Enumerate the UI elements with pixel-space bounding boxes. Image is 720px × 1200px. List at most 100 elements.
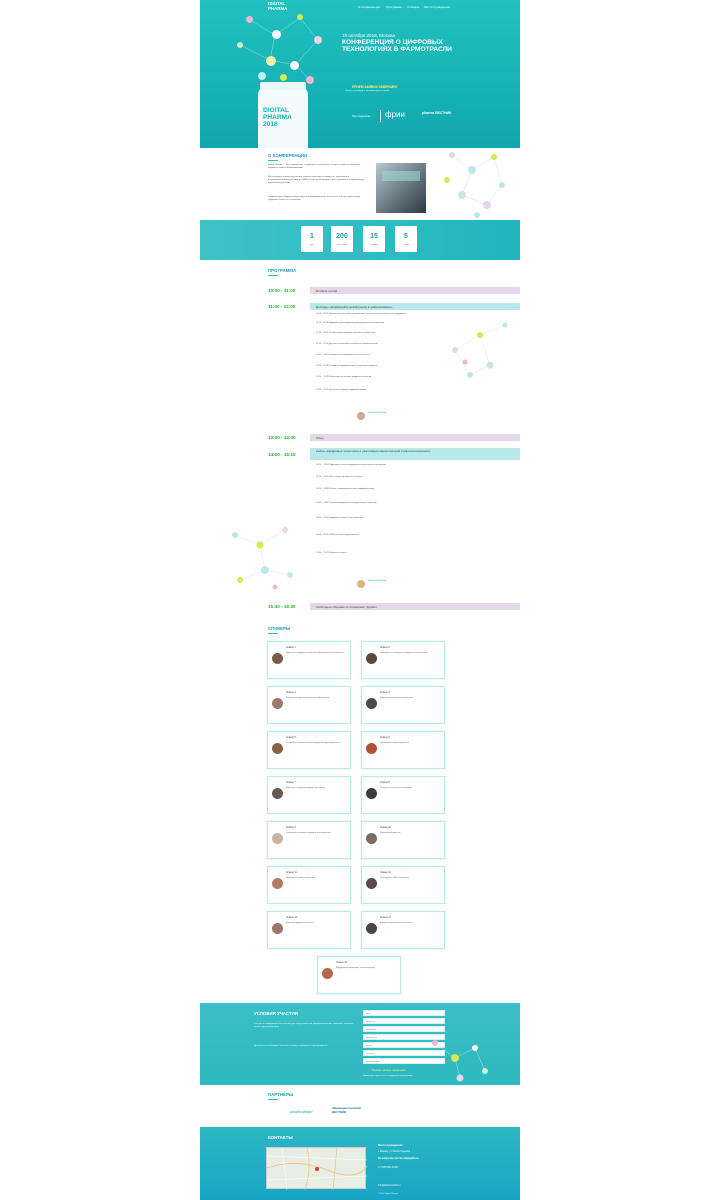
surname-field[interactable]: Фамилия xyxy=(363,1018,445,1024)
heading-underline xyxy=(268,633,278,634)
slot-label: Кейсы «Цифровые технологии в реализации … xyxy=(316,449,431,453)
speaker-desc: Руководитель направления цифровых коммун… xyxy=(380,652,428,654)
nav-speakers[interactable]: Спикеры xyxy=(407,5,419,9)
map-roads xyxy=(266,1147,368,1191)
venue-map[interactable] xyxy=(266,1147,368,1191)
speaker-name: Спикер 9 xyxy=(286,827,296,829)
field-label: Телефон xyxy=(366,1052,376,1055)
site-logo[interactable]: DIGITAL PHARMA xyxy=(268,1,287,12)
sponsor-frii-logo[interactable]: фрии xyxy=(385,111,405,119)
moderator-label: Модератор сессии xyxy=(368,412,386,414)
stats-band: 1 день 200 участников 15 спикеров 5 сесс… xyxy=(200,220,520,260)
speaker-card[interactable]: Спикер 13 Директор цифрового агентства xyxy=(267,911,351,949)
pill-decoration xyxy=(258,72,266,80)
hero-title: КОНФЕРЕНЦИЯ О ЦИФРОВЫХ ТЕХНОЛОГИЯХ В ФАР… xyxy=(342,39,452,53)
speaker-avatar xyxy=(272,788,283,799)
pill-decoration xyxy=(272,30,281,39)
partner-pharmabrain-logo[interactable]: pharmabrain xyxy=(290,1110,312,1114)
speaker-desc: Директор по продажам фармдистрибьютора xyxy=(286,787,326,789)
speaker-card[interactable]: Спикер 11 Директор по работе с клиентами xyxy=(267,866,351,904)
bottle-label: DIGITAL PHARMA 2018 xyxy=(263,107,292,128)
speaker-name: Спикер 11 xyxy=(286,872,297,874)
program-item: 12:00 – 12:15 Электронная коммерция и ап… xyxy=(316,354,370,356)
speaker-card[interactable]: Спикер 2 Руководитель направления цифровы… xyxy=(361,641,445,679)
field-label: Фамилия xyxy=(366,1020,376,1023)
pill-decoration xyxy=(246,16,253,23)
speaker-avatar xyxy=(366,833,377,844)
hero-section: DIGITAL PHARMA О конференции Программа С… xyxy=(200,0,520,148)
slot-bar xyxy=(310,287,520,294)
program-item: 12:30 – 12:45 Регуляторные аспекты цифро… xyxy=(316,376,372,378)
heading-underline xyxy=(268,1099,278,1100)
speaker-card[interactable]: Спикер 10 Медицинский директор xyxy=(361,821,445,859)
slot-label: Свободное общение со спикерами, фуршет xyxy=(316,605,378,609)
nav-about[interactable]: О конференции xyxy=(358,5,380,9)
slot-bar xyxy=(310,434,520,441)
speaker-avatar xyxy=(272,743,283,754)
speaker-name: Спикер 2 xyxy=(380,647,390,649)
contacts-heading: КОНТАКТЫ xyxy=(268,1135,293,1140)
registration-status[interactable]: ПРИЕМ ЗАЯВОК ЗАВЕРШЕН xyxy=(352,85,397,89)
moderator-avatar xyxy=(357,412,365,420)
program-item: 15:00 – 15:15 Вопросы и ответы xyxy=(316,552,347,554)
venue-address: г. Москва, ул. Малая Ордынка xyxy=(378,1151,410,1153)
speaker-card[interactable]: Спикер 15 Модератор конференции, главный … xyxy=(317,956,401,994)
speaker-card[interactable]: Спикер 12 Руководитель CRM-направления xyxy=(361,866,445,904)
speaker-card[interactable]: Спикер 9 Руководитель проектов цифровой т… xyxy=(267,821,351,859)
speaker-desc: Директор по работе с клиентами xyxy=(286,877,315,879)
slot-time: 11:00 - 13:00 xyxy=(268,304,296,309)
partner-pharmvestnik-logo[interactable]: Фармацевтический ВЕСТНИК xyxy=(332,1106,372,1114)
field-label: E-mail xyxy=(366,1044,373,1047)
program-item: 12:45 – 13:00 Дискуссия: будущее цифрово… xyxy=(316,389,367,391)
nav-venue[interactable]: Место проведения xyxy=(424,5,450,9)
speaker-card[interactable]: Спикер 3 Генеральный директор аналитическ… xyxy=(267,686,351,724)
name-field[interactable]: Имя xyxy=(363,1010,445,1016)
program-item: 14:30 – 14:40 Персонализированные коммун… xyxy=(316,502,377,504)
pill-decoration xyxy=(297,14,303,20)
speaker-card[interactable]: Спикер 1 Директор по цифровому маркетингу… xyxy=(267,641,351,679)
pill-decoration xyxy=(237,42,243,48)
speaker-name: Спикер 12 xyxy=(380,872,391,874)
email-link[interactable]: info@pharmvestnik.ru xyxy=(378,1185,400,1187)
stat-label: спикеров xyxy=(370,244,378,246)
program-item: 11:00 – 11:15 Приветственное слово орган… xyxy=(316,313,407,315)
photo-screen xyxy=(382,171,420,181)
stat-number: 15 xyxy=(370,233,378,240)
program-item: 14:40 – 14:50 Цифровые сервисы для пацие… xyxy=(316,517,364,519)
about-paragraph-3: Конференция собирает представителей фарм… xyxy=(268,196,361,201)
speaker-card[interactable]: Спикер 5 Основатель стартапа в области ци… xyxy=(267,731,351,769)
speaker-avatar xyxy=(272,653,283,664)
speaker-name: Спикер 3 xyxy=(286,692,296,694)
speaker-desc: Медицинский директор xyxy=(380,832,401,834)
slot-label: Встреча гостей xyxy=(316,289,338,293)
speakers-heading: СПИКЕРЫ xyxy=(268,626,291,631)
about-paragraph-1: Digital Pharma — это конференция о цифро… xyxy=(268,164,361,169)
speaker-avatar xyxy=(272,698,283,709)
sponsor-pharmvestnik-logo[interactable]: pharma ВЕСТНИК xyxy=(422,111,462,115)
company-field[interactable]: Компания xyxy=(363,1026,445,1032)
about-heading: О КОНФЕРЕНЦИИ xyxy=(268,153,308,158)
slot-time: 13:00 - 14:00 xyxy=(268,435,296,440)
speaker-avatar xyxy=(366,653,377,664)
speaker-desc: Основатель стартапа в области цифрового … xyxy=(286,742,340,744)
speaker-card[interactable]: Спикер 6 Руководитель отдела маркетинга xyxy=(361,731,445,769)
speaker-name: Спикер 10 xyxy=(380,827,391,829)
bottle-cap xyxy=(260,82,306,90)
heading-underline xyxy=(268,275,278,276)
phone-link[interactable]: +7 (495) 000-00-00 xyxy=(378,1167,398,1169)
stat-number: 200 xyxy=(336,233,348,240)
program-item: 11:45 – 12:00 Данные и аналитика в марке… xyxy=(316,343,378,345)
field-label: Должность xyxy=(366,1036,378,1039)
about-paragraph-2: Мы освещаем самые актуальные вопросы пер… xyxy=(268,176,365,184)
nav-program[interactable]: Программа xyxy=(386,5,402,9)
speaker-card[interactable]: Спикер 7 Директор по продажам фармдистриб… xyxy=(267,776,351,814)
speaker-name: Спикер 8 xyxy=(380,782,390,784)
speaker-card[interactable]: Спикер 14 Аналитик фармацевтического рынк… xyxy=(361,911,445,949)
stat-speakers: 15 спикеров xyxy=(363,226,385,252)
speaker-card[interactable]: Спикер 8 Эксперт по электронной коммерции xyxy=(361,776,445,814)
slot-label: Обед xyxy=(316,436,324,440)
pill-decoration xyxy=(290,61,299,70)
speaker-card[interactable]: Спикер 4 Директор по развитию аптечной се… xyxy=(361,686,445,724)
map-pin-icon xyxy=(315,1167,319,1171)
stat-participants: 200 участников xyxy=(331,226,353,252)
